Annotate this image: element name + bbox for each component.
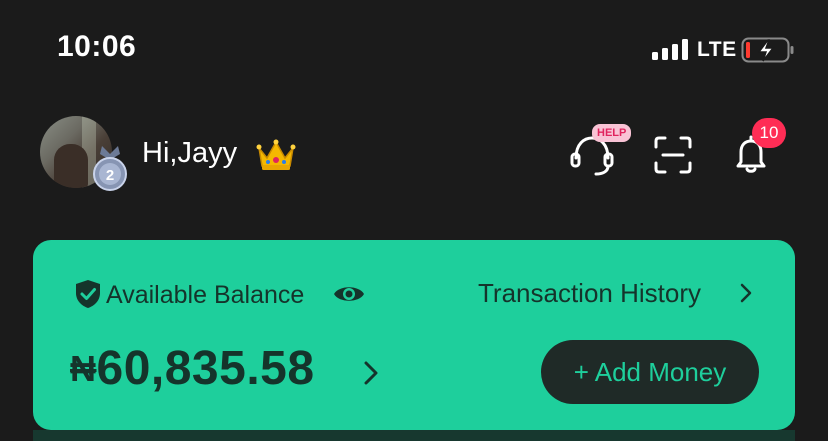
home-screen: 10:06 LTE 2 Hi,Jayy HELP 10 Available Ba…	[0, 0, 828, 441]
greeting-text: Hi,Jayy	[142, 137, 238, 169]
currency-symbol: ₦	[70, 348, 97, 389]
scan-icon[interactable]	[654, 136, 692, 174]
svg-text:2: 2	[106, 167, 114, 184]
shield-check-icon	[76, 280, 100, 308]
notification-count-badge: 10	[752, 118, 786, 148]
add-money-button[interactable]: + Add Money	[541, 340, 759, 404]
crown-icon	[256, 139, 296, 170]
card-shadow-strip	[33, 430, 795, 441]
status-bar: 10:06 LTE	[0, 0, 828, 100]
help-badge: HELP	[592, 124, 632, 142]
balance-value: 60,835.58	[96, 342, 315, 395]
battery-icon	[741, 37, 794, 63]
available-balance-label: Available Balance	[106, 281, 305, 309]
status-time: 10:06	[57, 30, 137, 63]
network-type: LTE	[697, 38, 737, 61]
transaction-history-link[interactable]: Transaction History	[478, 278, 701, 309]
level-medal-icon: 2	[93, 146, 127, 191]
chevron-right-icon[interactable]	[738, 283, 754, 303]
signal-icon	[652, 38, 690, 60]
chevron-right-icon[interactable]	[362, 360, 380, 386]
profile-avatar[interactable]: 2	[40, 116, 130, 192]
balance-amount[interactable]: ₦60,835.58	[70, 341, 315, 396]
eye-icon[interactable]	[333, 282, 365, 306]
